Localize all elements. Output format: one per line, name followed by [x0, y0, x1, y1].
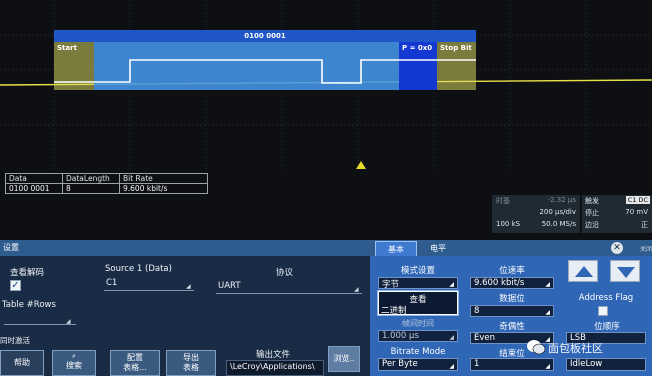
mode-label: 模式设置 — [400, 266, 435, 276]
help-label: 帮助 — [14, 358, 30, 367]
bitrate-mode-caret-icon: ◢ — [449, 363, 454, 370]
watermark: 面包板社区 — [526, 337, 646, 357]
config-table-label-2: 表格... — [123, 363, 147, 372]
bitrate-mode-select[interactable]: Per Byte ◢ — [378, 358, 458, 371]
parity-setting-label: 奇偶性 — [499, 322, 525, 332]
bit-rate-value: 9.600 kbit/s — [474, 278, 525, 288]
stop-bits-caret-icon: ◢ — [545, 363, 550, 370]
export-table-button[interactable]: 导出 表格 — [166, 350, 216, 376]
cell-datalength: 8 — [62, 183, 120, 194]
stop-bits-value: 1 — [474, 359, 480, 369]
polarity-select[interactable]: IdleLow — [566, 358, 646, 371]
help-button[interactable]: 帮助 — [0, 350, 44, 376]
bitrate-mode-label: Bitrate Mode — [390, 347, 446, 357]
trigger-slope: 正 — [641, 221, 648, 229]
decode-table-header: Data DataLength Bit Rate — [5, 173, 208, 184]
config-table-label-1: 配置 — [127, 353, 143, 362]
dialog-title: 设置 — [3, 243, 19, 252]
close-icon[interactable]: ✕ — [611, 242, 623, 254]
timebase-samples: 100 kS — [496, 220, 521, 228]
trigger-position-icon — [356, 161, 366, 169]
protocol-value[interactable]: UART — [218, 281, 241, 291]
data-bits-value: 8 — [474, 306, 480, 316]
timebase-pos: -2.32 μs — [547, 196, 576, 204]
source-caret-icon: ◢ — [186, 283, 191, 290]
search-button[interactable]: ⌕ 搜索 — [52, 350, 96, 376]
table-rows-caret-icon: ◢ — [66, 318, 71, 325]
address-flag-checkbox[interactable] — [598, 306, 608, 316]
address-flag-label: Address Flag — [578, 293, 634, 303]
source-value[interactable]: C1 — [106, 278, 117, 288]
stop-bits-field[interactable]: 1 ◢ — [470, 358, 554, 371]
trigger-channel: C1 DC — [625, 196, 650, 204]
watermark-text: 面包板社区 — [548, 342, 603, 355]
protocol-select[interactable] — [216, 293, 362, 294]
export-table-label-2: 表格 — [183, 363, 199, 372]
browse-button[interactable]: 浏览.. — [328, 346, 360, 372]
protocol-label: 协议 — [276, 268, 294, 278]
cell-bitrate: 9.600 kbit/s — [119, 183, 208, 194]
mode-select[interactable]: 字节 ◢ — [378, 277, 458, 290]
tab-basic[interactable]: 基本 — [375, 241, 417, 256]
col-data: Data — [5, 173, 63, 184]
col-datalength: DataLength — [62, 173, 120, 184]
table-row[interactable]: 0100 0001 8 9.600 kbit/s — [5, 183, 208, 194]
timebase-label: 时基 — [496, 197, 510, 205]
output-file-label: 输出文件 — [256, 350, 291, 360]
view-value: 二进制 — [381, 306, 407, 316]
trigger-level: 70 mV — [625, 208, 648, 216]
view-format-select[interactable]: 查看 二进制 — [378, 291, 458, 316]
config-table-button[interactable]: 配置 表格... — [110, 350, 160, 376]
bit-rate-label: 位速率 — [499, 266, 525, 276]
protocol-caret-icon: ◢ — [354, 286, 359, 293]
search-icon: ⌕ — [72, 352, 76, 360]
bit-rate-caret-icon: ◢ — [545, 281, 550, 288]
tab-level[interactable]: 电平 — [418, 241, 458, 256]
arrow-down-icon — [617, 267, 635, 278]
interframe-field[interactable]: 1.000 μs ◢ — [378, 330, 458, 342]
bit-rate-field[interactable]: 9.600 kbit/s ◢ — [470, 277, 554, 289]
output-file-field[interactable]: \LeCroy\Applications\ — [226, 360, 324, 376]
table-rows-label: Table #Rows — [2, 300, 56, 310]
timebase-div: 200 μs/div — [539, 208, 576, 216]
trigger-type: 边沿 — [585, 221, 599, 229]
scroll-down-button[interactable] — [610, 260, 640, 282]
mode-caret-icon: ◢ — [449, 281, 454, 288]
bitrate-mode-value: Per Byte — [382, 359, 418, 369]
trigger-box[interactable]: 触发 C1 DC 停止 70 mV 边沿 正 — [582, 195, 652, 233]
scroll-up-button[interactable] — [568, 260, 598, 282]
sync-label: 同时激活 — [0, 336, 30, 345]
search-label: 搜索 — [66, 361, 82, 370]
trigger-label: 触发 — [585, 197, 599, 205]
view-decode-label: 查看解码 — [10, 268, 45, 278]
timebase-rate: 50.0 MS/s — [541, 220, 576, 228]
cell-data: 0100 0001 — [5, 183, 63, 194]
polarity-value: IdleLow — [570, 359, 603, 369]
interframe-value: 1.000 μs — [382, 331, 419, 341]
interframe-caret-icon: ◢ — [449, 334, 454, 341]
waveform-display[interactable]: 0100 0001 Start P = 0x0 Stop Bit Data Da… — [0, 0, 652, 240]
interframe-label: 帧间时间 — [402, 319, 434, 328]
export-table-label-1: 导出 — [183, 353, 199, 362]
timebase-box[interactable]: 时基 -2.32 μs 200 μs/div 100 kS 50.0 MS/s — [492, 195, 580, 233]
mode-value: 字节 — [382, 280, 400, 290]
trigger-mode: 停止 — [585, 209, 599, 217]
data-bits-caret-icon: ◢ — [545, 309, 550, 316]
source-label: Source 1 (Data) — [105, 264, 172, 274]
parity-value: Even — [474, 333, 496, 343]
bit-order-label: 位顺序 — [594, 322, 620, 332]
data-bits-label: 数据位 — [499, 294, 525, 304]
view-decode-checkbox[interactable]: ✓ — [10, 280, 21, 291]
col-bitrate: Bit Rate — [119, 173, 208, 184]
data-bits-field[interactable]: 8 ◢ — [470, 305, 554, 317]
dialog-titlebar: 设置 — [0, 240, 652, 256]
arrow-up-icon — [575, 266, 593, 277]
decode-table: Data DataLength Bit Rate 0100 0001 8 9.6… — [5, 173, 208, 194]
close-label: 关闭 — [640, 246, 652, 253]
wechat-icon — [527, 340, 546, 355]
source-select[interactable] — [104, 290, 194, 291]
